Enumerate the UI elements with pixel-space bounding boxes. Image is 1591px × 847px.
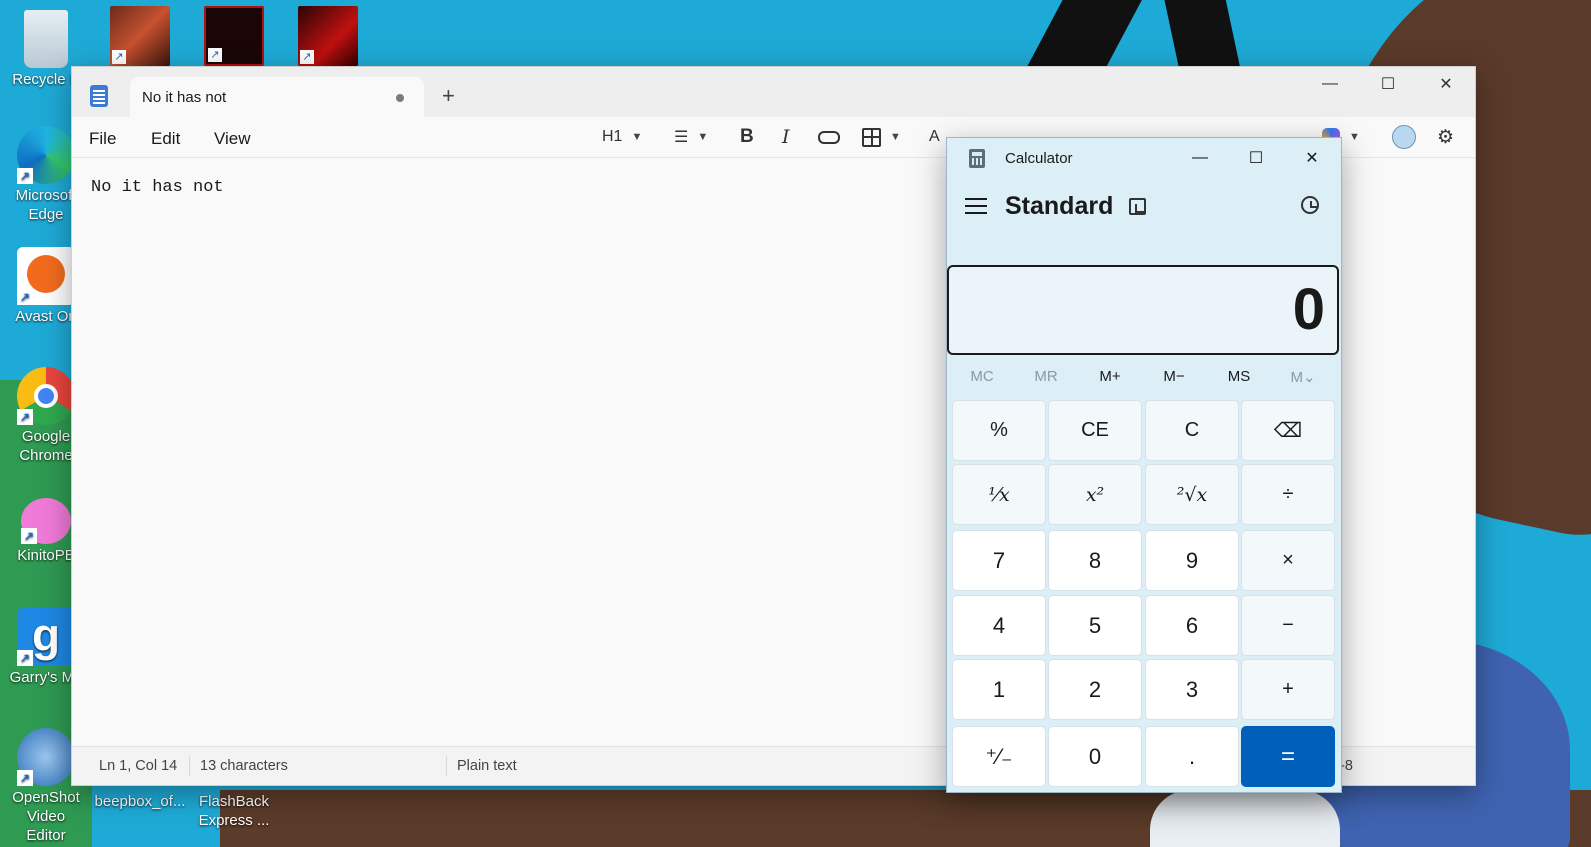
digit-5-button[interactable]: 5 [1048, 595, 1142, 656]
edge-icon: ↗ [17, 126, 75, 184]
character-count: 13 characters [200, 758, 288, 774]
display-value: 0 [1292, 277, 1325, 342]
history-icon[interactable] [1301, 196, 1319, 214]
kinitope-icon: ↗ [21, 498, 71, 544]
calculator-display: 0 [947, 265, 1339, 355]
avast-icon: ↗ [17, 247, 75, 305]
list-dropdown[interactable]: ☰ ▼ [674, 125, 708, 149]
square-root-button[interactable]: ²√x [1145, 464, 1239, 525]
gear-icon: ⚙ [1437, 126, 1455, 148]
memory-recall-button[interactable]: MR [1014, 368, 1078, 385]
digit-4-button[interactable]: 4 [952, 595, 1046, 656]
new-tab-button[interactable]: + [442, 85, 455, 107]
digit-7-button[interactable]: 7 [952, 530, 1046, 591]
openshot-icon: ↗ [17, 728, 75, 786]
heading-dropdown[interactable]: H1 ▼ [602, 125, 642, 149]
menu-file[interactable]: File [89, 129, 116, 149]
subtract-button[interactable]: − [1241, 595, 1335, 656]
clear-button[interactable]: C [1145, 400, 1239, 461]
calculator-mode-title: Standard [1005, 192, 1114, 220]
recycle-bin-icon [24, 10, 68, 68]
equals-button[interactable]: = [1241, 726, 1335, 787]
bold-button[interactable]: B [740, 125, 754, 149]
avatar [1392, 125, 1416, 149]
digit-1-button[interactable]: 1 [952, 659, 1046, 720]
negate-button[interactable]: ⁺⁄₋ [952, 726, 1046, 787]
cursor-position: Ln 1, Col 14 [99, 758, 178, 774]
keep-on-top-icon[interactable] [1129, 198, 1146, 215]
italic-icon: I [782, 126, 790, 148]
notepad-maximize-button[interactable]: ☐ [1359, 67, 1417, 101]
unsaved-indicator-icon[interactable] [396, 94, 404, 102]
square-button[interactable]: x² [1048, 464, 1142, 525]
calc-minimize-button[interactable]: — [1176, 144, 1224, 172]
notepad-close-button[interactable]: ✕ [1417, 67, 1475, 101]
text-format[interactable]: Plain text [457, 758, 517, 774]
decimal-button[interactable]: . [1145, 726, 1239, 787]
menu-edit[interactable]: Edit [151, 129, 180, 149]
memory-add-button[interactable]: M+ [1078, 368, 1142, 385]
memory-store-button[interactable]: MS [1207, 368, 1271, 385]
game-shortcut-1-icon[interactable]: ↗ [110, 6, 170, 66]
hamburger-menu-icon[interactable] [965, 198, 987, 214]
calculator-app-icon [969, 149, 985, 168]
digit-3-button[interactable]: 3 [1145, 659, 1239, 720]
calculator-window: Calculator — ☐ ✕ Standard 0 MC MR M+ M− … [946, 137, 1342, 793]
table-dropdown[interactable]: ▼ [862, 125, 901, 149]
link-icon [818, 130, 840, 144]
notepad-tab-title: No it has not [142, 89, 227, 106]
backspace-button[interactable]: ⌫ [1241, 400, 1335, 461]
reciprocal-button[interactable]: ¹⁄x [952, 464, 1046, 525]
digit-6-button[interactable]: 6 [1145, 595, 1239, 656]
digit-9-button[interactable]: 9 [1145, 530, 1239, 591]
memory-clear-button[interactable]: MC [950, 368, 1014, 385]
memory-subtract-button[interactable]: M− [1142, 368, 1206, 385]
settings-button[interactable]: ⚙ [1437, 125, 1454, 149]
italic-button[interactable]: I [782, 125, 790, 149]
menu-view[interactable]: View [214, 129, 251, 149]
list-icon: ☰ [674, 129, 689, 146]
link-button[interactable] [818, 125, 840, 149]
spellcheck-icon: A [929, 128, 940, 145]
add-button[interactable]: + [1241, 659, 1335, 720]
chrome-icon: ↗ [17, 367, 75, 425]
chevron-down-icon: ▼ [697, 131, 709, 143]
percent-button[interactable]: % [952, 400, 1046, 461]
table-icon [862, 127, 881, 147]
calc-maximize-button[interactable]: ☐ [1232, 144, 1280, 172]
garrys-mod-icon: g ↗ [17, 608, 75, 666]
divide-button[interactable]: ÷ [1241, 464, 1335, 525]
notepad-tab[interactable]: No it has not [130, 77, 424, 117]
desktop-icon-beepbox[interactable]: beepbox_of... [94, 792, 186, 811]
editor-text[interactable]: No it has not [91, 178, 224, 197]
chevron-down-icon: ▼ [631, 131, 643, 143]
notepad-app-icon [90, 85, 108, 107]
game-shortcut-2-icon[interactable]: ↗ [204, 6, 264, 66]
notepad-titlebar: No it has not + — ☐ ✕ [72, 67, 1475, 117]
bold-icon: B [740, 126, 754, 147]
calc-close-button[interactable]: ✕ [1288, 144, 1336, 172]
calculator-title: Calculator [1005, 150, 1073, 167]
digit-2-button[interactable]: 2 [1048, 659, 1142, 720]
spellcheck-button[interactable]: A [929, 125, 940, 149]
game-shortcut-3-icon[interactable]: ↗ [298, 6, 358, 66]
chevron-down-icon: ▼ [890, 131, 901, 143]
multiply-button[interactable]: × [1241, 530, 1335, 591]
clear-entry-button[interactable]: CE [1048, 400, 1142, 461]
memory-list-button[interactable]: M⌄ [1271, 368, 1335, 386]
account-button[interactable] [1392, 125, 1416, 149]
notepad-minimize-button[interactable]: — [1301, 67, 1359, 101]
digit-8-button[interactable]: 8 [1048, 530, 1142, 591]
digit-0-button[interactable]: 0 [1048, 726, 1142, 787]
chevron-down-icon: ▼ [1349, 131, 1360, 143]
desktop-icon-flashback[interactable]: FlashBack Express ... [188, 792, 280, 830]
